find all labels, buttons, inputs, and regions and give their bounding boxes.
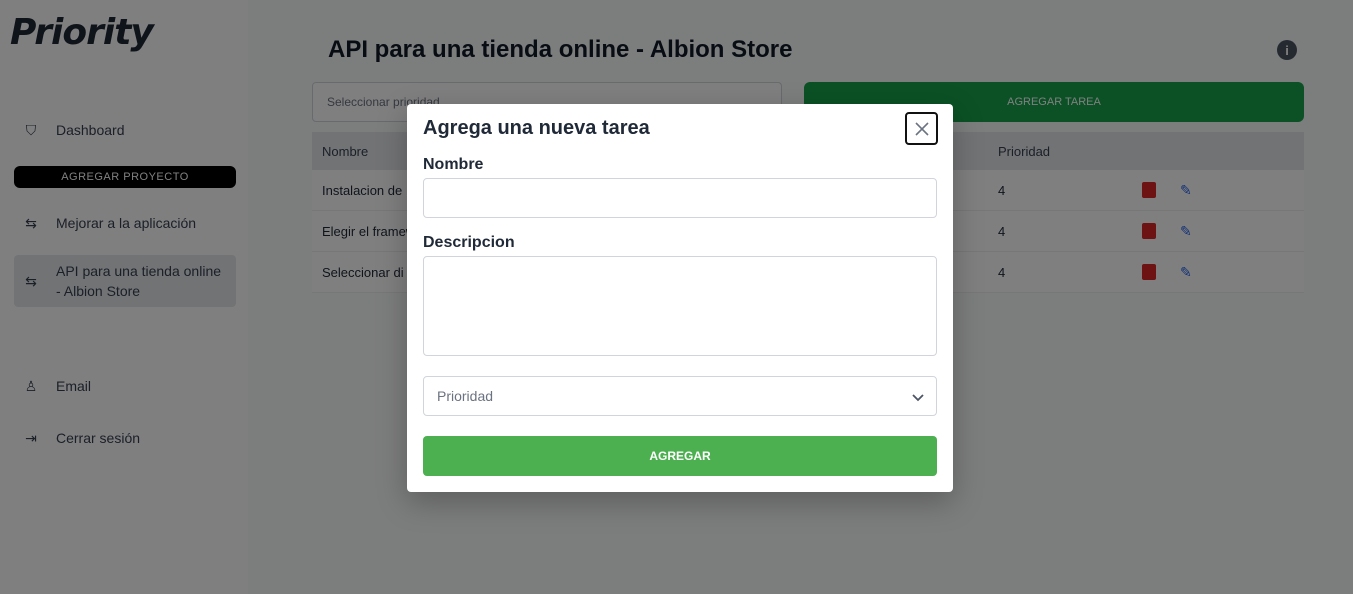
priority-select[interactable]: Prioridad <box>423 376 937 416</box>
priority-select-placeholder: Prioridad <box>437 388 494 404</box>
name-input[interactable] <box>423 178 937 218</box>
description-label: Descripcion <box>423 234 515 251</box>
chevron-down-icon <box>912 394 924 402</box>
close-icon <box>914 121 929 136</box>
description-textarea[interactable] <box>423 256 937 356</box>
name-label: Nombre <box>423 156 484 173</box>
close-button[interactable] <box>905 112 938 145</box>
new-task-modal: Agrega una nueva tarea Nombre Descripcio… <box>407 104 953 492</box>
modal-title: Agrega una nueva tarea <box>423 117 650 139</box>
submit-button[interactable]: Agregar <box>423 436 937 476</box>
